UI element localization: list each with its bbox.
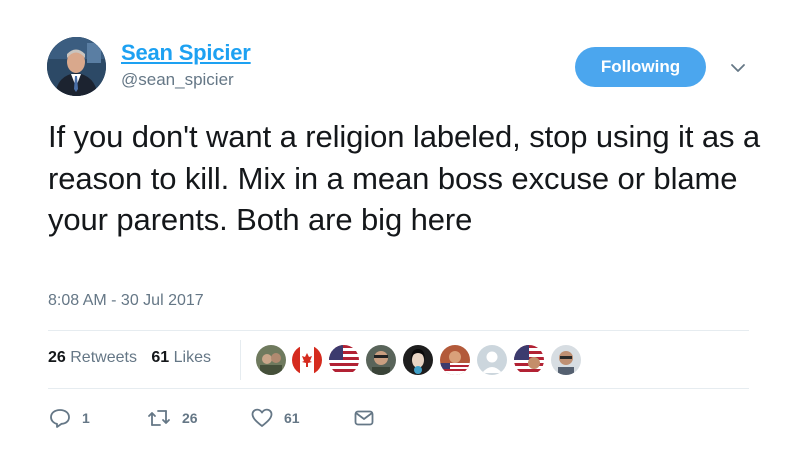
- screen-name: @sean_spicier: [121, 70, 234, 89]
- liker-avatar-canada-flag[interactable]: [292, 345, 322, 375]
- following-button[interactable]: Following: [575, 47, 706, 87]
- direct-message-button[interactable]: [352, 406, 376, 430]
- tweet-text: If you don't want a religion labeled, st…: [48, 119, 761, 237]
- retweets-stat[interactable]: 26 Retweets: [48, 349, 137, 367]
- likes-label: Likes: [173, 349, 212, 366]
- like-button[interactable]: 61: [250, 406, 300, 430]
- retweets-label: Retweets: [70, 349, 137, 366]
- liker-avatar-photo[interactable]: [256, 345, 286, 375]
- liker-avatar-us-flag[interactable]: [514, 345, 544, 375]
- retweet-count: 26: [182, 410, 198, 426]
- like-count: 61: [284, 410, 300, 426]
- tweet-stats: 26 Retweets 61 Likes: [48, 349, 221, 367]
- reply-count: 1: [82, 410, 90, 426]
- retweet-icon: [148, 410, 170, 426]
- divider: [48, 388, 749, 389]
- liker-avatar-default[interactable]: [477, 345, 507, 375]
- stats-separator: [240, 340, 241, 380]
- profile-photo-icon: [47, 37, 106, 96]
- heart-icon: [251, 408, 273, 427]
- divider: [48, 330, 749, 331]
- chevron-down-icon[interactable]: [728, 58, 748, 78]
- liker-avatar-us-flag[interactable]: [329, 345, 359, 375]
- tweet-card: Sean Spicier @sean_spicier Following If …: [0, 0, 798, 469]
- display-name-link[interactable]: Sean Spicier: [121, 40, 251, 66]
- tweet-timestamp[interactable]: 8:08 AM - 30 Jul 2017: [48, 292, 204, 310]
- reply-icon: [50, 409, 70, 428]
- likes-count: 61: [151, 349, 170, 366]
- liker-avatar-us-flag[interactable]: [440, 345, 470, 375]
- liker-avatar-photo[interactable]: [403, 345, 433, 375]
- profile-avatar[interactable]: [47, 37, 106, 96]
- liker-avatar-photo[interactable]: [551, 345, 581, 375]
- liker-avatar-photo[interactable]: [366, 345, 396, 375]
- envelope-icon: [354, 410, 374, 426]
- retweets-count: 26: [48, 349, 66, 366]
- retweet-button[interactable]: 26: [146, 406, 198, 430]
- likes-stat[interactable]: 61 Likes: [151, 349, 211, 367]
- reply-button[interactable]: 1: [48, 406, 90, 430]
